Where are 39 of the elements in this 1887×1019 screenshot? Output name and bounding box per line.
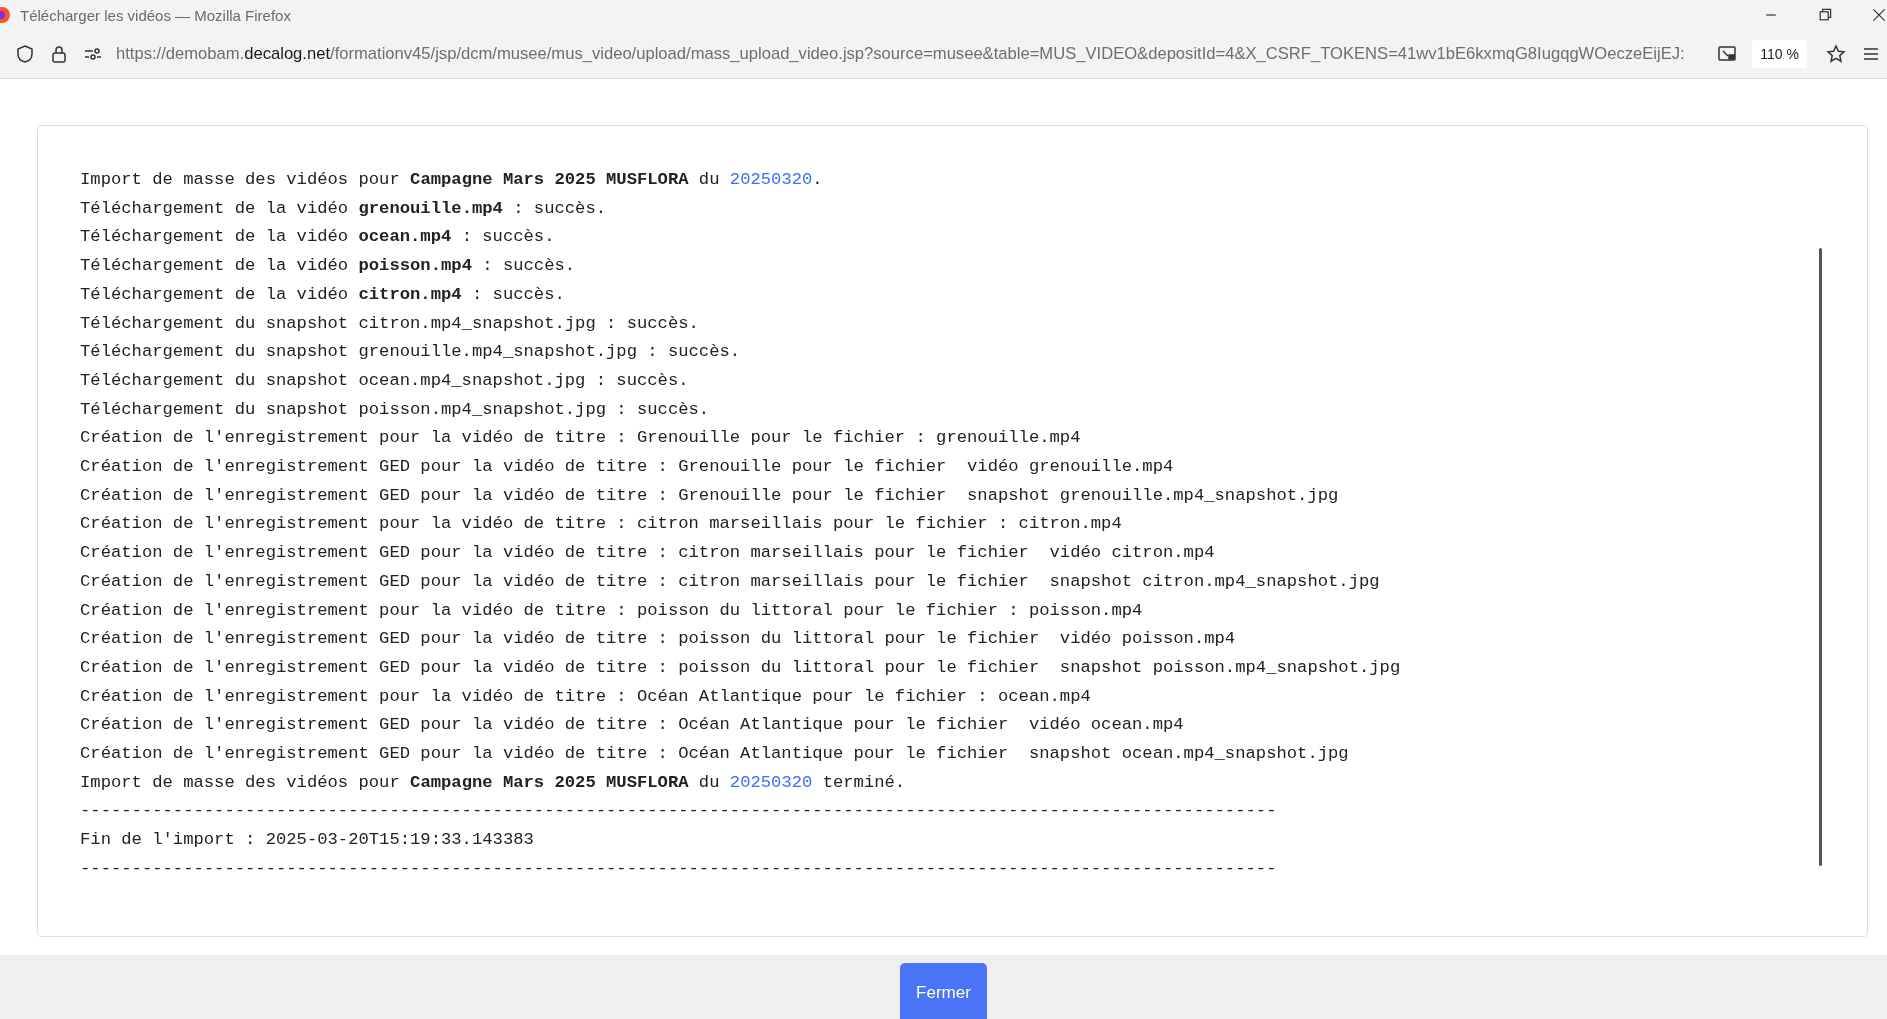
window-title: Télécharger les vidéos — Mozilla Firefox — [20, 6, 291, 24]
log-line: -------------------------------------------------------------------------------------------------------------------- — [80, 800, 1278, 823]
log-line: Création de l'enregistrement GED pour la vidéo de titre : Océan Atlantique pour le fichier vidéo ocean.mp4 — [80, 714, 1185, 737]
log-line: Création de l'enregistrement pour la vidéo de titre : citron marseillais pour le fichier : citron.mp4 — [80, 513, 1123, 536]
shield-icon[interactable] — [15, 44, 35, 64]
log-line: Téléchargement de la vidéo ocean.mp4 : succès. — [80, 226, 556, 249]
log-line: -------------------------------------------------------------------------------------------------------------------- — [80, 857, 1278, 880]
log-line: Téléchargement du snapshot poisson.mp4_snapshot.jpg : succès. — [80, 398, 711, 421]
log-line: Création de l'enregistrement GED pour la vidéo de titre : Grenouille pour le fichier vidéo grenouille.mp4 — [80, 456, 1175, 479]
url-field[interactable]: https://demobam.decalog.net/formationv45/jsp/dcm/musee/mus_video/upload/mass_upload_video.jsp?source=musee&table=MUS_VIDEO&depositId=4&X_CSRF_TOKENS=41wv1bE6kxmqG8IugqgWOeczeEijEJ: — [116, 44, 1711, 64]
log-line: Téléchargement de la vidéo grenouille.mp4 : succès. — [80, 197, 608, 220]
log-line: Création de l'enregistrement pour la vidéo de titre : Grenouille pour le fichier : grenouille.mp4 — [80, 427, 1082, 450]
log-line: Téléchargement du snapshot citron.mp4_snapshot.jpg : succès. — [80, 312, 700, 335]
log-line: Import de masse des vidéos pour Campagne Mars 2025 MUSFLORA du 20250320 terminé. — [80, 771, 907, 794]
log-line: Création de l'enregistrement pour la vidéo de titre : Océan Atlantique pour le fichier : ocean.mp4 — [80, 685, 1092, 708]
log-line: Téléchargement de la vidéo citron.mp4 : succès. — [80, 283, 566, 306]
log-line: Création de l'enregistrement GED pour la vidéo de titre : citron marseillais pour le fichier vidéo citron.mp4 — [80, 542, 1216, 565]
zoom-level[interactable]: 110 % — [1752, 40, 1807, 68]
log-line: Création de l'enregistrement pour la vidéo de titre : poisson du littoral pour le fichier : poisson.mp4 — [80, 599, 1144, 622]
picture-in-picture-icon[interactable] — [1717, 44, 1738, 64]
log-line: Téléchargement de la vidéo poisson.mp4 : succès. — [80, 255, 577, 278]
date-link[interactable]: 20250320 — [729, 170, 813, 189]
restore-icon[interactable] — [1817, 7, 1833, 23]
log-line: Import de masse des vidéos pour Campagne Mars 2025 MUSFLORA du 20250320. — [80, 169, 824, 191]
lock-icon[interactable] — [49, 44, 69, 64]
log-line: Création de l'enregistrement GED pour la vidéo de titre : citron marseillais pour le fichier snapshot citron.mp4_snapshot.jpg — [80, 570, 1381, 593]
log-line: Création de l'enregistrement GED pour la vidéo de titre : poisson du littoral pour le fichier snapshot poisson.mp4_snapshot.jpg — [80, 656, 1402, 679]
scrollbar-thumb[interactable] — [1819, 248, 1822, 866]
log-line: Création de l'enregistrement GED pour la vidéo de titre : poisson du littoral pour le fichier vidéo poisson.mp4 — [80, 628, 1237, 651]
close-button[interactable]: Fermer — [900, 963, 987, 1019]
log-line: Fin de l'import : 2025-03-20T15:19:33.143383 — [80, 829, 535, 852]
log-line: Téléchargement du snapshot ocean.mp4_snapshot.jpg : succès. — [80, 369, 690, 392]
date-link[interactable]: 20250320 — [729, 772, 813, 792]
star-icon[interactable] — [1826, 44, 1846, 64]
close-icon[interactable] — [1871, 7, 1887, 23]
log-line: Création de l'enregistrement GED pour la vidéo de titre : Océan Atlantique pour le fichier snapshot ocean.mp4_snapshot.jpg — [80, 743, 1350, 766]
browser-logo-icon — [0, 7, 12, 23]
log-line: Téléchargement du snapshot grenouille.mp4_snapshot.jpg : succès. — [80, 341, 742, 364]
log-line: Création de l'enregistrement GED pour la vidéo de titre : Grenouille pour le fichier snapshot grenouille.mp4_snapshot.jpg — [80, 484, 1340, 507]
